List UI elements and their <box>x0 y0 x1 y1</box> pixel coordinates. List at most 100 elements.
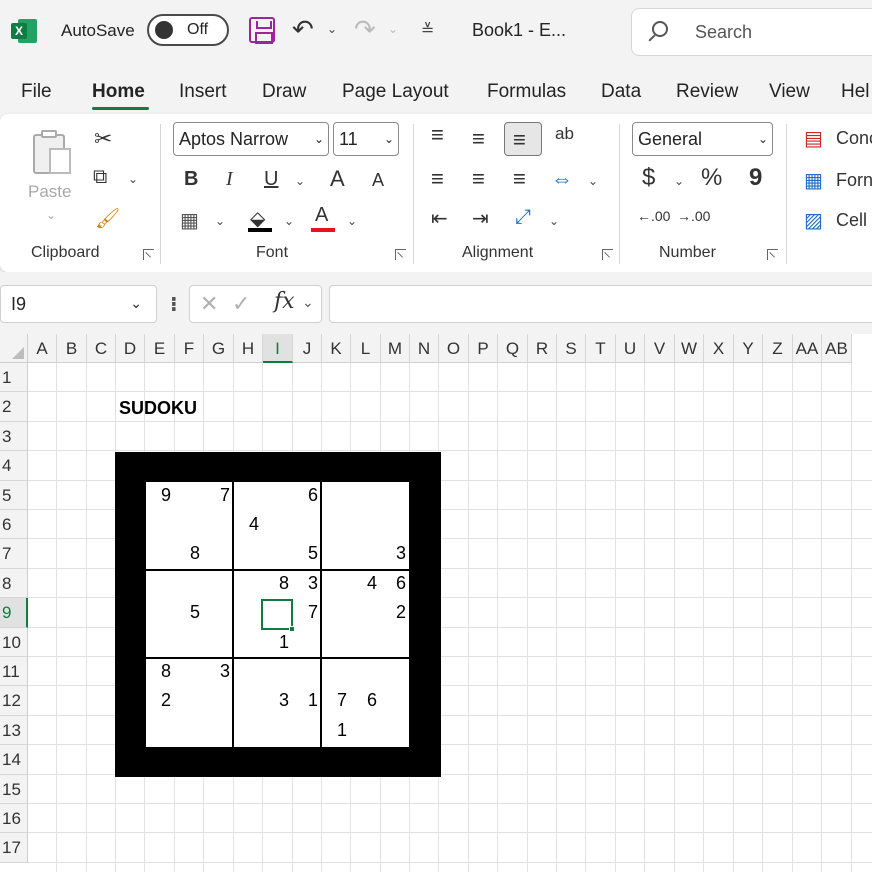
font-color-dropdown-icon[interactable]: ⌄ <box>347 214 357 228</box>
tab-insert[interactable]: Insert <box>179 81 227 103</box>
row-header-2[interactable]: 2 <box>0 392 28 422</box>
sudoku-given-digit[interactable]: 1 <box>291 690 318 711</box>
orientation-dropdown-icon[interactable]: ⌄ <box>549 214 559 228</box>
tab-file[interactable]: File <box>21 81 52 103</box>
column-header-l[interactable]: L <box>351 334 381 363</box>
conditional-formatting-icon[interactable]: ▤ <box>804 126 823 151</box>
increase-indent-icon[interactable]: ⇥ <box>472 206 489 231</box>
decrease-indent-icon[interactable]: ⇤ <box>431 206 448 231</box>
comma-style-button[interactable]: 9 <box>749 164 762 192</box>
cell-styles-icon[interactable]: ▨ <box>804 208 823 233</box>
cancel-icon[interactable]: ✕ <box>200 291 218 317</box>
tab-page-layout[interactable]: Page Layout <box>342 81 449 103</box>
sudoku-given-digit[interactable]: 1 <box>262 632 289 653</box>
column-header-x[interactable]: X <box>704 334 734 363</box>
column-header-s[interactable]: S <box>557 334 586 363</box>
sudoku-given-digit[interactable]: 8 <box>262 573 289 594</box>
borders-icon[interactable]: ▦ <box>180 208 199 233</box>
column-header-ab[interactable]: AB <box>822 334 852 363</box>
column-header-z[interactable]: Z <box>763 334 793 363</box>
sudoku-given-digit[interactable]: 8 <box>144 661 171 682</box>
sudoku-given-digit[interactable]: 7 <box>203 485 230 506</box>
column-header-t[interactable]: T <box>586 334 616 363</box>
cut-icon[interactable]: ✂ <box>94 126 112 152</box>
merge-dropdown-icon[interactable]: ⌄ <box>588 174 598 188</box>
sudoku-given-digit[interactable]: 2 <box>379 602 406 623</box>
column-header-c[interactable]: C <box>87 334 116 363</box>
font-size-select[interactable]: 11 ⌄ <box>333 122 399 156</box>
sudoku-given-digit[interactable]: 7 <box>320 690 347 711</box>
insert-function-button[interactable]: fx <box>274 289 295 314</box>
row-header-10[interactable]: 10 <box>0 627 28 657</box>
font-launcher-icon[interactable] <box>395 249 406 260</box>
column-header-d[interactable]: D <box>116 334 145 363</box>
sudoku-given-digit[interactable]: 3 <box>262 690 289 711</box>
row-header-15[interactable]: 15 <box>0 774 28 804</box>
decrease-decimal-button[interactable]: →.00 <box>677 208 710 224</box>
format-painter-icon[interactable]: 🖌 <box>95 206 120 231</box>
sudoku-given-digit[interactable]: 6 <box>291 485 318 506</box>
font-name-select[interactable]: Aptos Narrow ⌄ <box>173 122 329 156</box>
column-header-r[interactable]: R <box>528 334 557 363</box>
sudoku-given-digit[interactable]: 1 <box>320 720 347 741</box>
tab-formulas[interactable]: Formulas <box>487 81 566 103</box>
search-box[interactable]: Search <box>631 8 872 56</box>
row-header-1[interactable]: 1 <box>0 363 28 393</box>
orientation-icon[interactable]: ⤢ <box>515 206 531 229</box>
increase-font-size-button[interactable]: A <box>330 166 345 192</box>
more-options-icon[interactable]: ⁝ <box>170 292 178 317</box>
autosave-toggle[interactable]: Off <box>147 14 229 46</box>
column-header-p[interactable]: P <box>469 334 498 363</box>
cell-styles-label[interactable]: Cell <box>836 210 867 231</box>
column-header-a[interactable]: A <box>28 334 57 363</box>
clipboard-launcher-icon[interactable] <box>143 249 154 260</box>
row-header-14[interactable]: 14 <box>0 745 28 775</box>
row-header-7[interactable]: 7 <box>0 539 28 569</box>
sudoku-given-digit[interactable]: 3 <box>379 543 406 564</box>
sudoku-given-digit[interactable]: 5 <box>173 602 200 623</box>
column-header-n[interactable]: N <box>410 334 439 363</box>
row-header-9[interactable]: 9 <box>0 598 28 628</box>
sudoku-given-digit[interactable]: 2 <box>144 690 171 711</box>
name-box[interactable]: I9 ⌄ <box>0 285 157 323</box>
currency-dropdown-icon[interactable]: ⌄ <box>674 174 684 188</box>
format-as-table-label[interactable]: Forn <box>836 170 872 191</box>
bold-button[interactable]: B <box>184 168 198 191</box>
align-right-icon[interactable]: ≡ <box>513 166 526 192</box>
column-header-q[interactable]: Q <box>498 334 528 363</box>
fill-handle[interactable] <box>289 626 295 632</box>
tab-draw[interactable]: Draw <box>262 81 306 103</box>
number-launcher-icon[interactable] <box>767 249 778 260</box>
alignment-launcher-icon[interactable] <box>602 249 613 260</box>
row-header-4[interactable]: 4 <box>0 451 28 481</box>
middle-align-icon[interactable]: ≡ <box>472 126 485 152</box>
enter-icon[interactable]: ✓ <box>232 291 250 317</box>
customize-toolbar-icon[interactable]: ≚ <box>421 20 434 40</box>
column-header-aa[interactable]: AA <box>793 334 822 363</box>
align-left-icon[interactable]: ≡ <box>431 166 444 192</box>
row-header-6[interactable]: 6 <box>0 510 28 540</box>
sudoku-given-digit[interactable]: 6 <box>350 690 377 711</box>
undo-icon[interactable]: ↶ <box>292 14 314 45</box>
sudoku-given-digit[interactable]: 9 <box>144 485 171 506</box>
top-align-icon[interactable]: ≡ <box>431 122 444 148</box>
column-header-y[interactable]: Y <box>734 334 763 363</box>
column-header-b[interactable]: B <box>57 334 87 363</box>
row-header-16[interactable]: 16 <box>0 804 28 834</box>
column-header-h[interactable]: H <box>234 334 263 363</box>
format-as-table-icon[interactable]: ▦ <box>804 168 823 193</box>
copy-dropdown-icon[interactable]: ⌄ <box>128 172 138 186</box>
sudoku-given-digit[interactable]: 8 <box>173 543 200 564</box>
row-header-8[interactable]: 8 <box>0 568 28 599</box>
select-all-button[interactable] <box>0 334 28 363</box>
wrap-text-button[interactable]: ab <box>555 124 574 144</box>
underline-button[interactable]: U <box>264 168 278 191</box>
row-header-17[interactable]: 17 <box>0 833 28 863</box>
copy-icon[interactable]: ⧉ <box>93 166 107 189</box>
bottom-align-button[interactable]: ≡ <box>504 122 542 156</box>
sudoku-title[interactable]: SUDOKU <box>119 398 197 419</box>
column-header-k[interactable]: K <box>322 334 351 363</box>
column-header-g[interactable]: G <box>204 334 234 363</box>
currency-button[interactable]: $ <box>642 164 655 192</box>
row-header-11[interactable]: 11 <box>0 657 28 687</box>
